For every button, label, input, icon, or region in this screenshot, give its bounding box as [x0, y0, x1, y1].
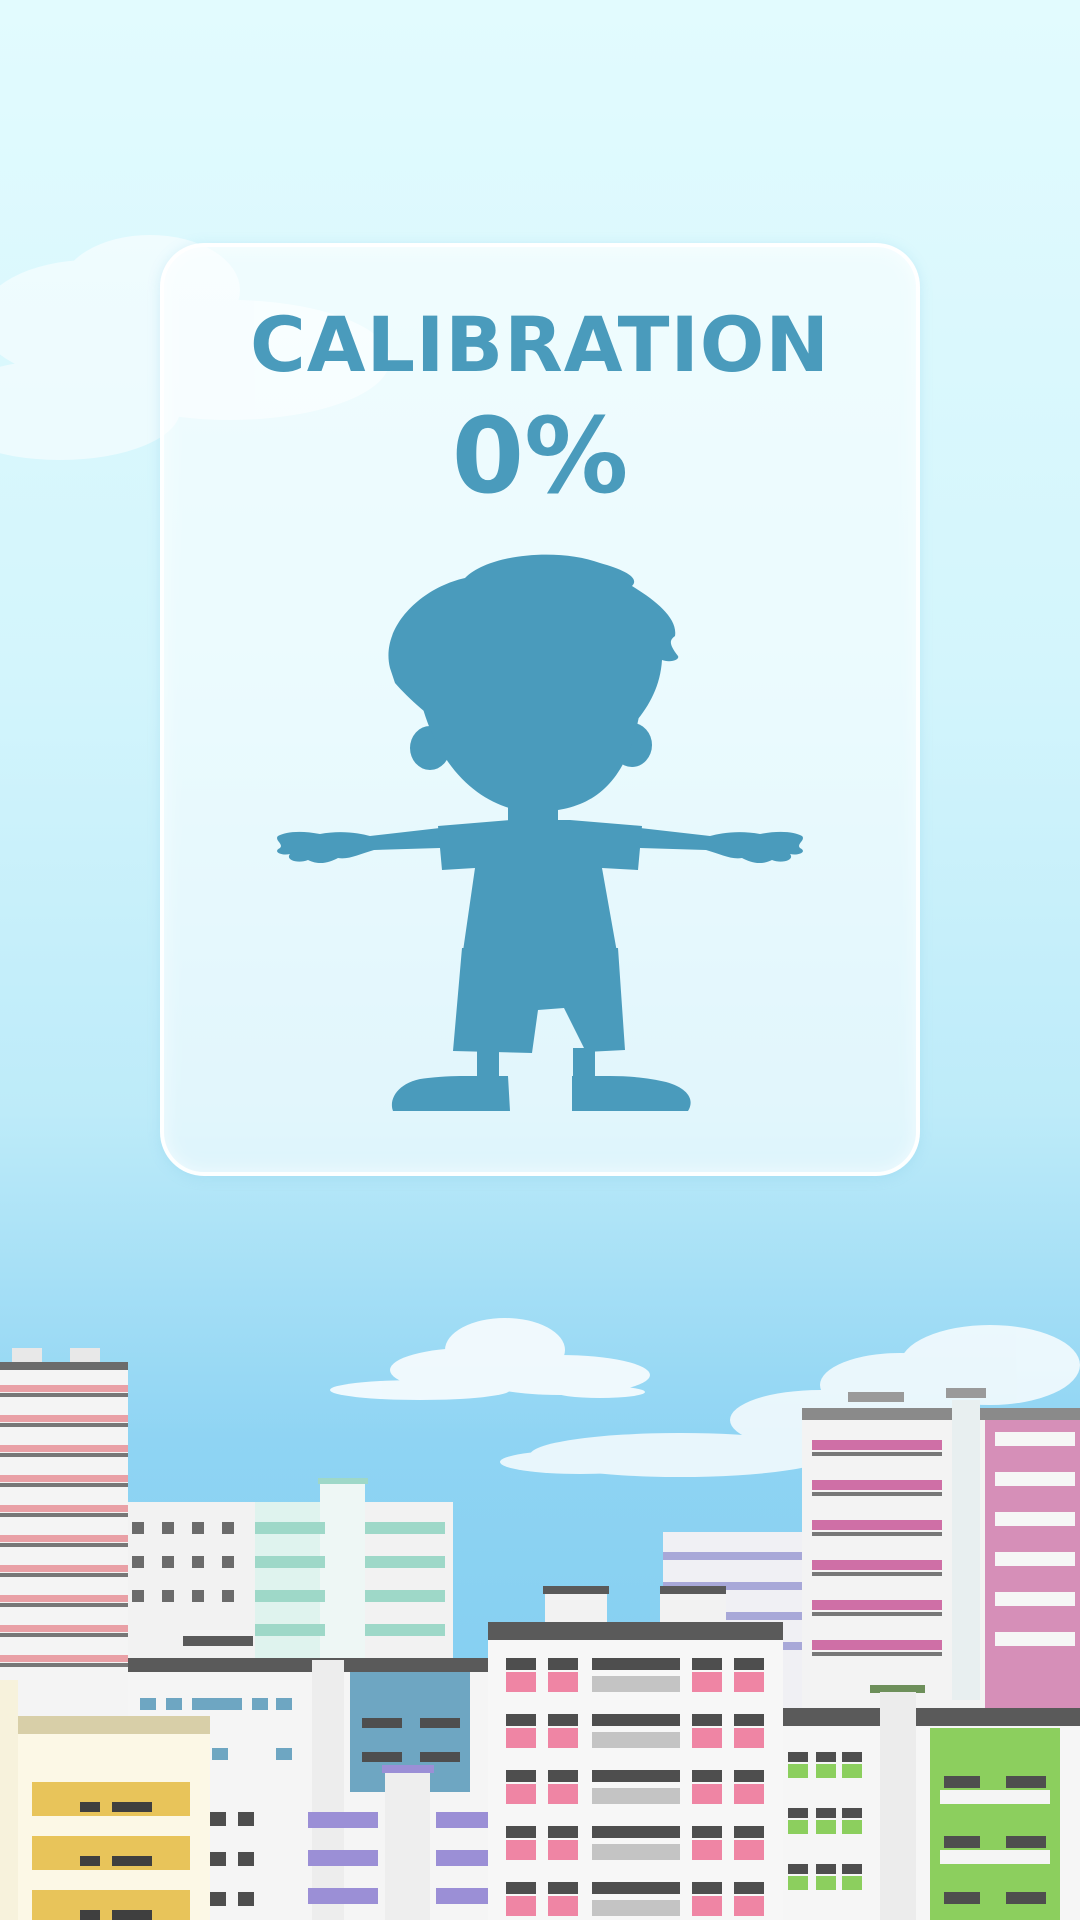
building-green: [783, 1685, 1080, 1920]
calibration-progress: 0%: [451, 395, 629, 517]
city-skyline: [0, 1348, 1080, 1920]
calibration-title: CALIBRATION: [250, 300, 830, 389]
building-yellow: [0, 1680, 210, 1920]
building-right-pink: [802, 1388, 1080, 1718]
child-t-pose-silhouette-icon: [277, 554, 803, 1111]
building-center-pink: [488, 1586, 783, 1920]
